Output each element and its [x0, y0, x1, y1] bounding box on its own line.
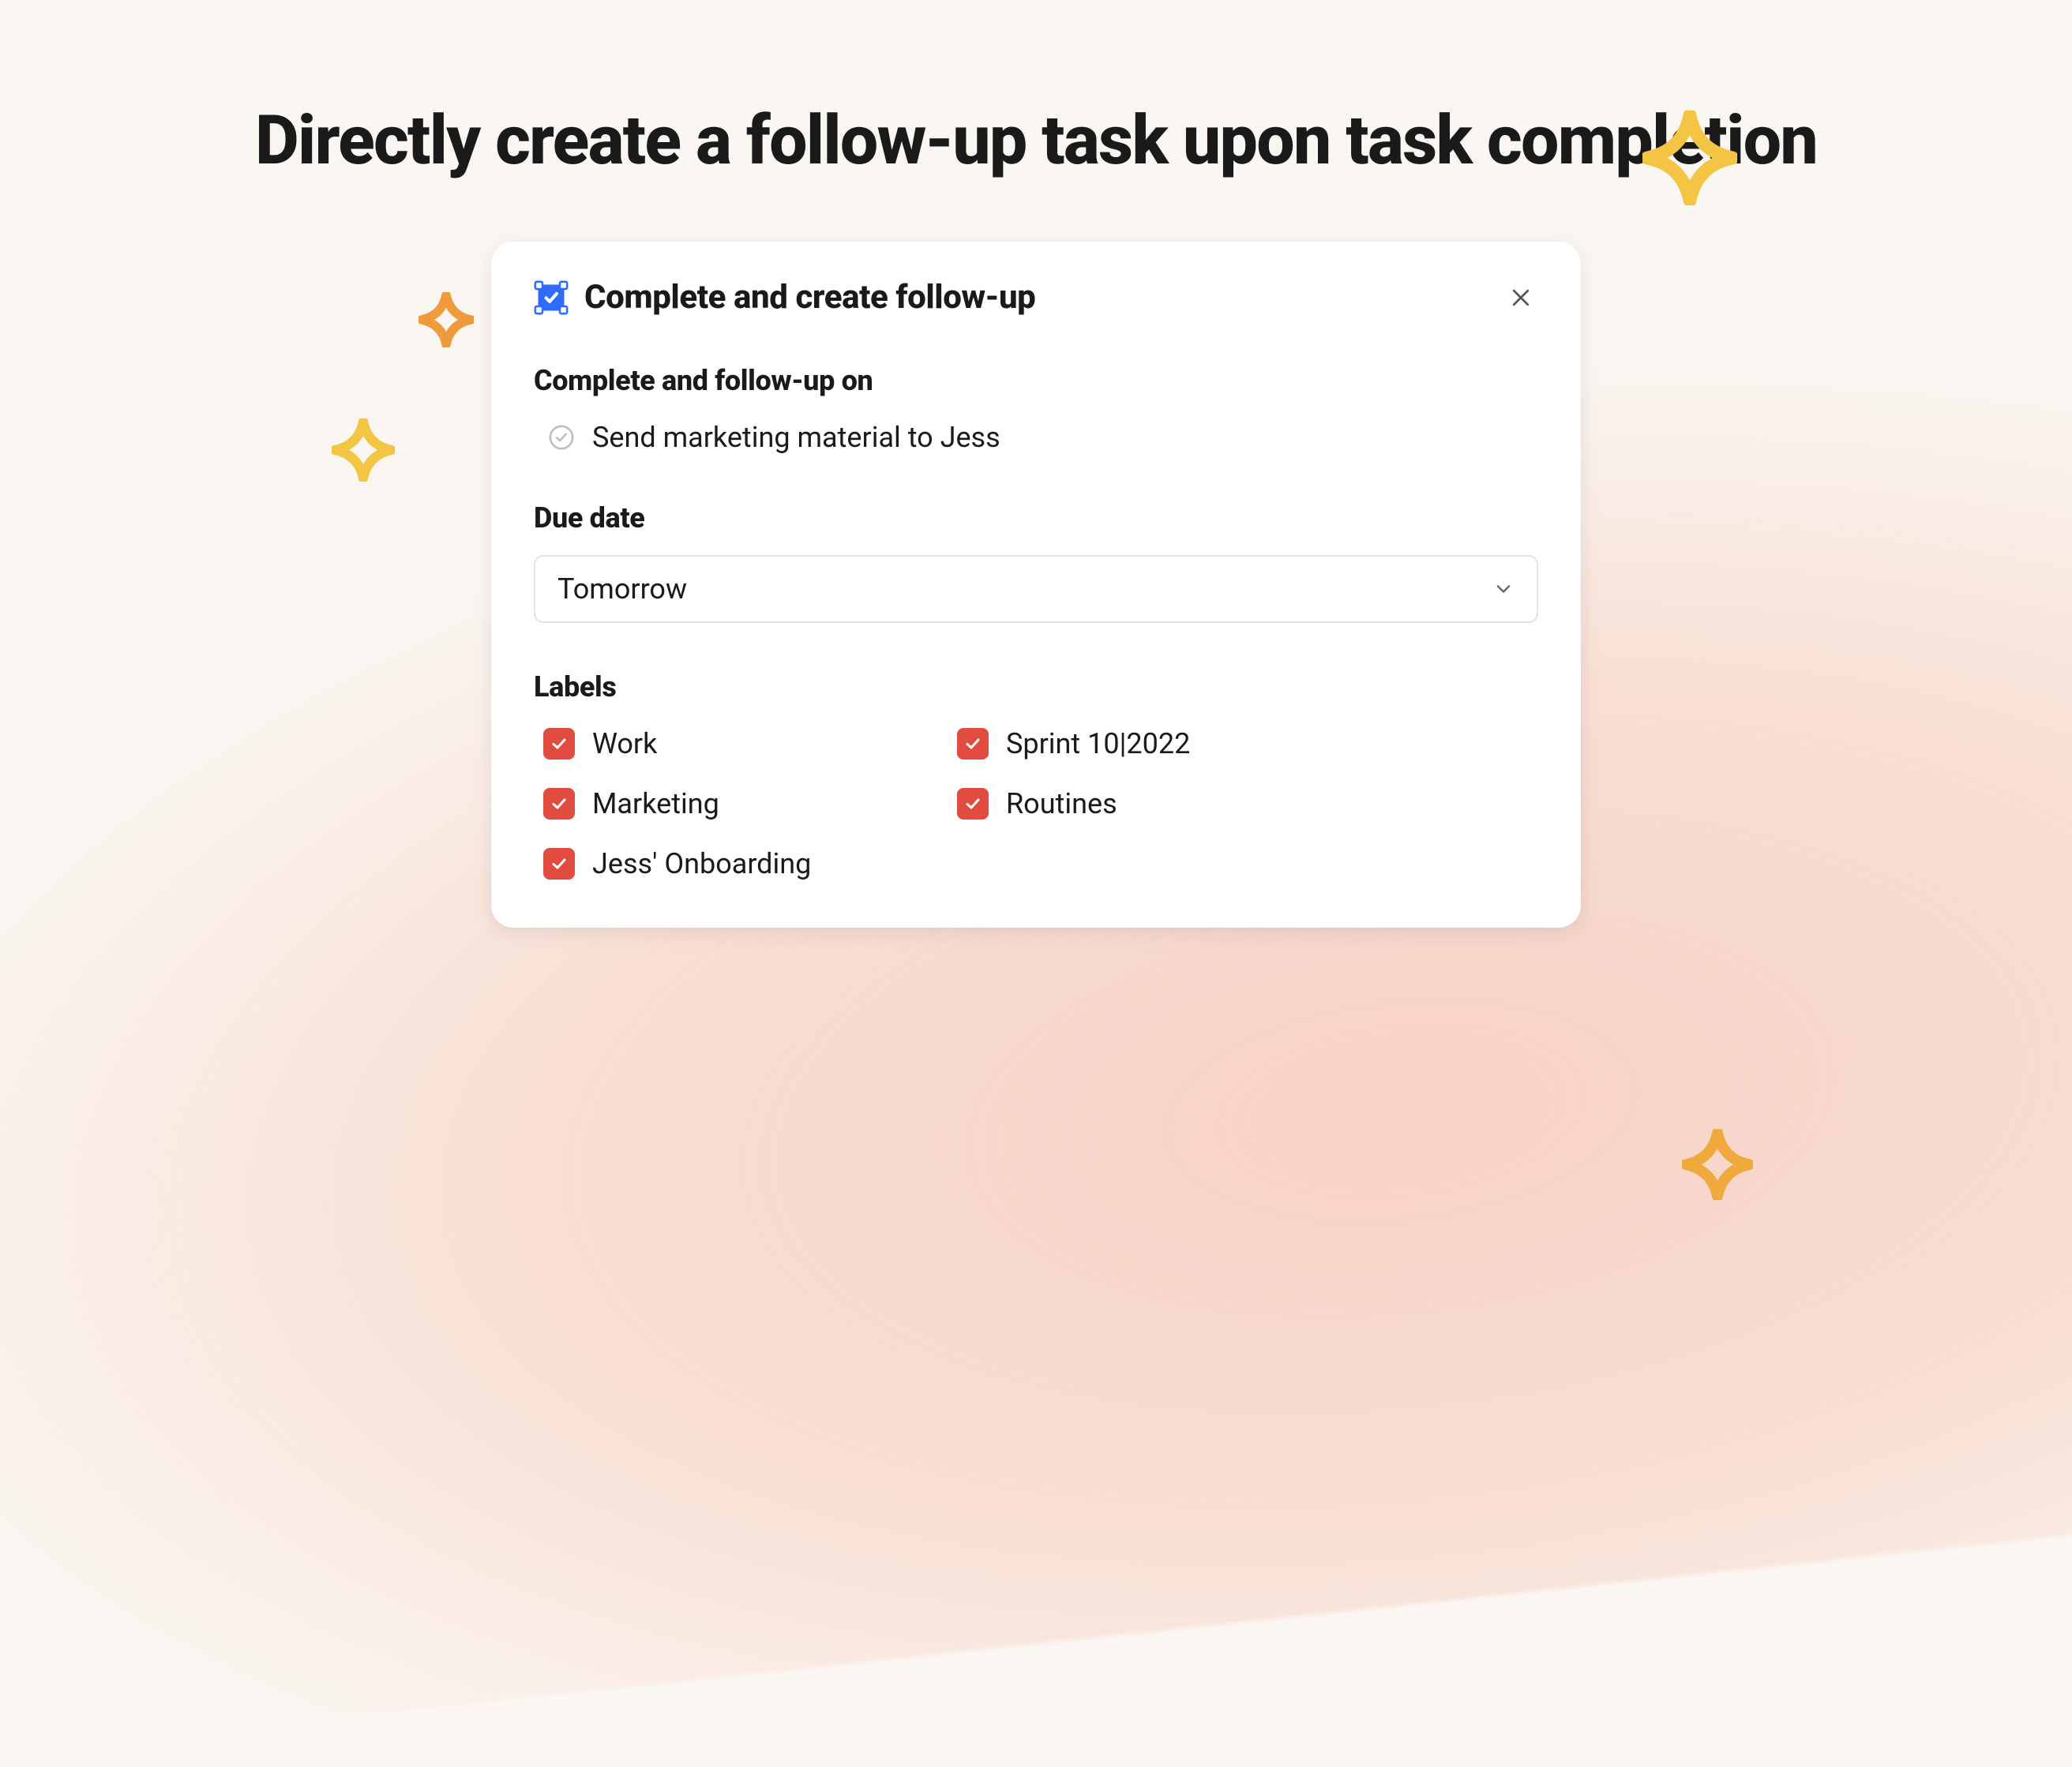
close-icon [1509, 286, 1533, 310]
followup-section-label: Complete and follow-up on [534, 364, 1538, 397]
label-text: Marketing [592, 787, 719, 820]
checkbox-checked[interactable] [543, 788, 575, 820]
due-date-label: Due date [534, 501, 1538, 535]
modal-header: Complete and create follow-up [534, 278, 1538, 317]
check-icon [550, 794, 569, 813]
label-text: Routines [1006, 787, 1117, 820]
sparkle-icon [419, 292, 474, 347]
checkbox-checked[interactable] [543, 848, 575, 880]
sparkle-icon [1682, 1129, 1753, 1200]
sparkle-icon [332, 418, 395, 482]
task-complete-circle-icon [548, 424, 575, 451]
modal-title: Complete and create follow-up [584, 278, 1488, 317]
label-item-sprint[interactable]: Sprint 10|2022 [957, 727, 1323, 760]
due-date-select[interactable]: Tomorrow [534, 555, 1538, 623]
label-item-jess-onboarding[interactable]: Jess' Onboarding [543, 847, 910, 880]
label-text: Sprint 10|2022 [1006, 727, 1190, 760]
label-text: Work [592, 727, 657, 760]
app-icon [534, 280, 569, 315]
due-date-value: Tomorrow [557, 572, 687, 606]
chevron-down-icon [1492, 578, 1515, 600]
follow-up-modal: Complete and create follow-up Complete a… [491, 242, 1581, 928]
label-item-marketing[interactable]: Marketing [543, 787, 910, 820]
check-icon [550, 854, 569, 873]
label-item-routines[interactable]: Routines [957, 787, 1323, 820]
labels-grid: Work Sprint 10|2022 Marketing Routines [534, 727, 1323, 880]
close-button[interactable] [1503, 280, 1538, 315]
checkbox-checked[interactable] [957, 788, 989, 820]
label-text: Jess' Onboarding [592, 847, 811, 880]
check-icon [963, 794, 982, 813]
check-icon [550, 734, 569, 753]
labels-section-label: Labels [534, 670, 1538, 703]
checkbox-checked[interactable] [957, 728, 989, 760]
task-name: Send marketing material to Jess [592, 421, 1000, 454]
checkbox-checked[interactable] [543, 728, 575, 760]
label-item-work[interactable]: Work [543, 727, 910, 760]
task-row[interactable]: Send marketing material to Jess [534, 421, 1538, 454]
page-headline: Directly create a follow-up task upon ta… [0, 0, 2072, 178]
check-icon [963, 734, 982, 753]
